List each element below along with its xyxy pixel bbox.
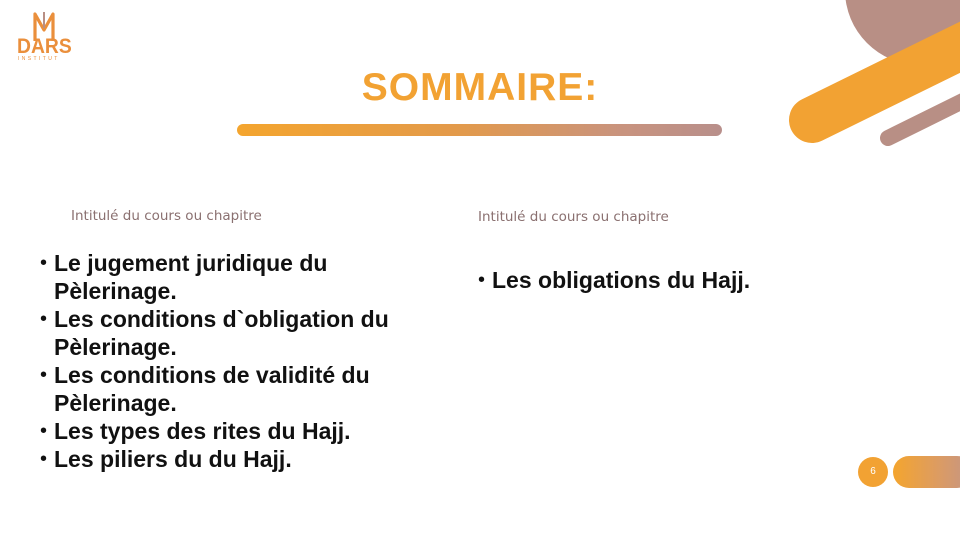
list-item-text: Les obligations du Hajj.: [492, 267, 751, 293]
list-item: • Les piliers du du Hajj.: [40, 445, 450, 473]
page-footer-tab: [893, 456, 960, 488]
logo-wordmark: DARS: [17, 35, 72, 58]
bullet-icon: •: [478, 269, 486, 291]
title-underline-bar: [237, 124, 722, 136]
page-number-badge: 6: [858, 457, 888, 487]
list-item-text: Les conditions d`obligation du Pèlerinag…: [54, 306, 389, 360]
bullet-icon: •: [40, 420, 48, 442]
left-column-label: Intitulé du cours ou chapitre: [71, 208, 262, 224]
right-bullet-list: • Les obligations du Hajj.: [478, 266, 898, 294]
right-column-label: Intitulé du cours ou chapitre: [478, 209, 669, 225]
list-item-text: Les conditions de validité du Pèlerinage…: [54, 362, 370, 416]
list-item: • Le jugement juridique du Pèlerinage.: [40, 249, 450, 305]
list-item: • Les conditions de validité du Pèlerinag…: [40, 361, 450, 417]
list-item-text: Les types des rites du Hajj.: [54, 418, 351, 444]
mauve-stripe-shape: [880, 93, 960, 146]
list-item: • Les obligations du Hajj.: [478, 266, 898, 294]
bullet-icon: •: [40, 364, 48, 386]
bullet-icon: •: [40, 252, 48, 274]
bullet-icon: •: [40, 308, 48, 330]
list-item-text: Le jugement juridique du Pèlerinage.: [54, 250, 328, 304]
bullet-icon: •: [40, 448, 48, 470]
orange-stripe-shape: [789, 21, 960, 143]
page-title: SOMMAIRE:: [361, 66, 599, 109]
list-item-text: Les piliers du du Hajj.: [54, 446, 292, 472]
mauve-circle-shape: [845, 0, 960, 65]
list-item: • Les conditions d`obligation du Pèlerina…: [40, 305, 450, 361]
logo-subtitle: INSTITUT: [18, 56, 60, 62]
left-bullet-list: • Le jugement juridique du Pèlerinage. • L…: [40, 249, 450, 473]
list-item: • Les types des rites du Hajj.: [40, 417, 450, 445]
